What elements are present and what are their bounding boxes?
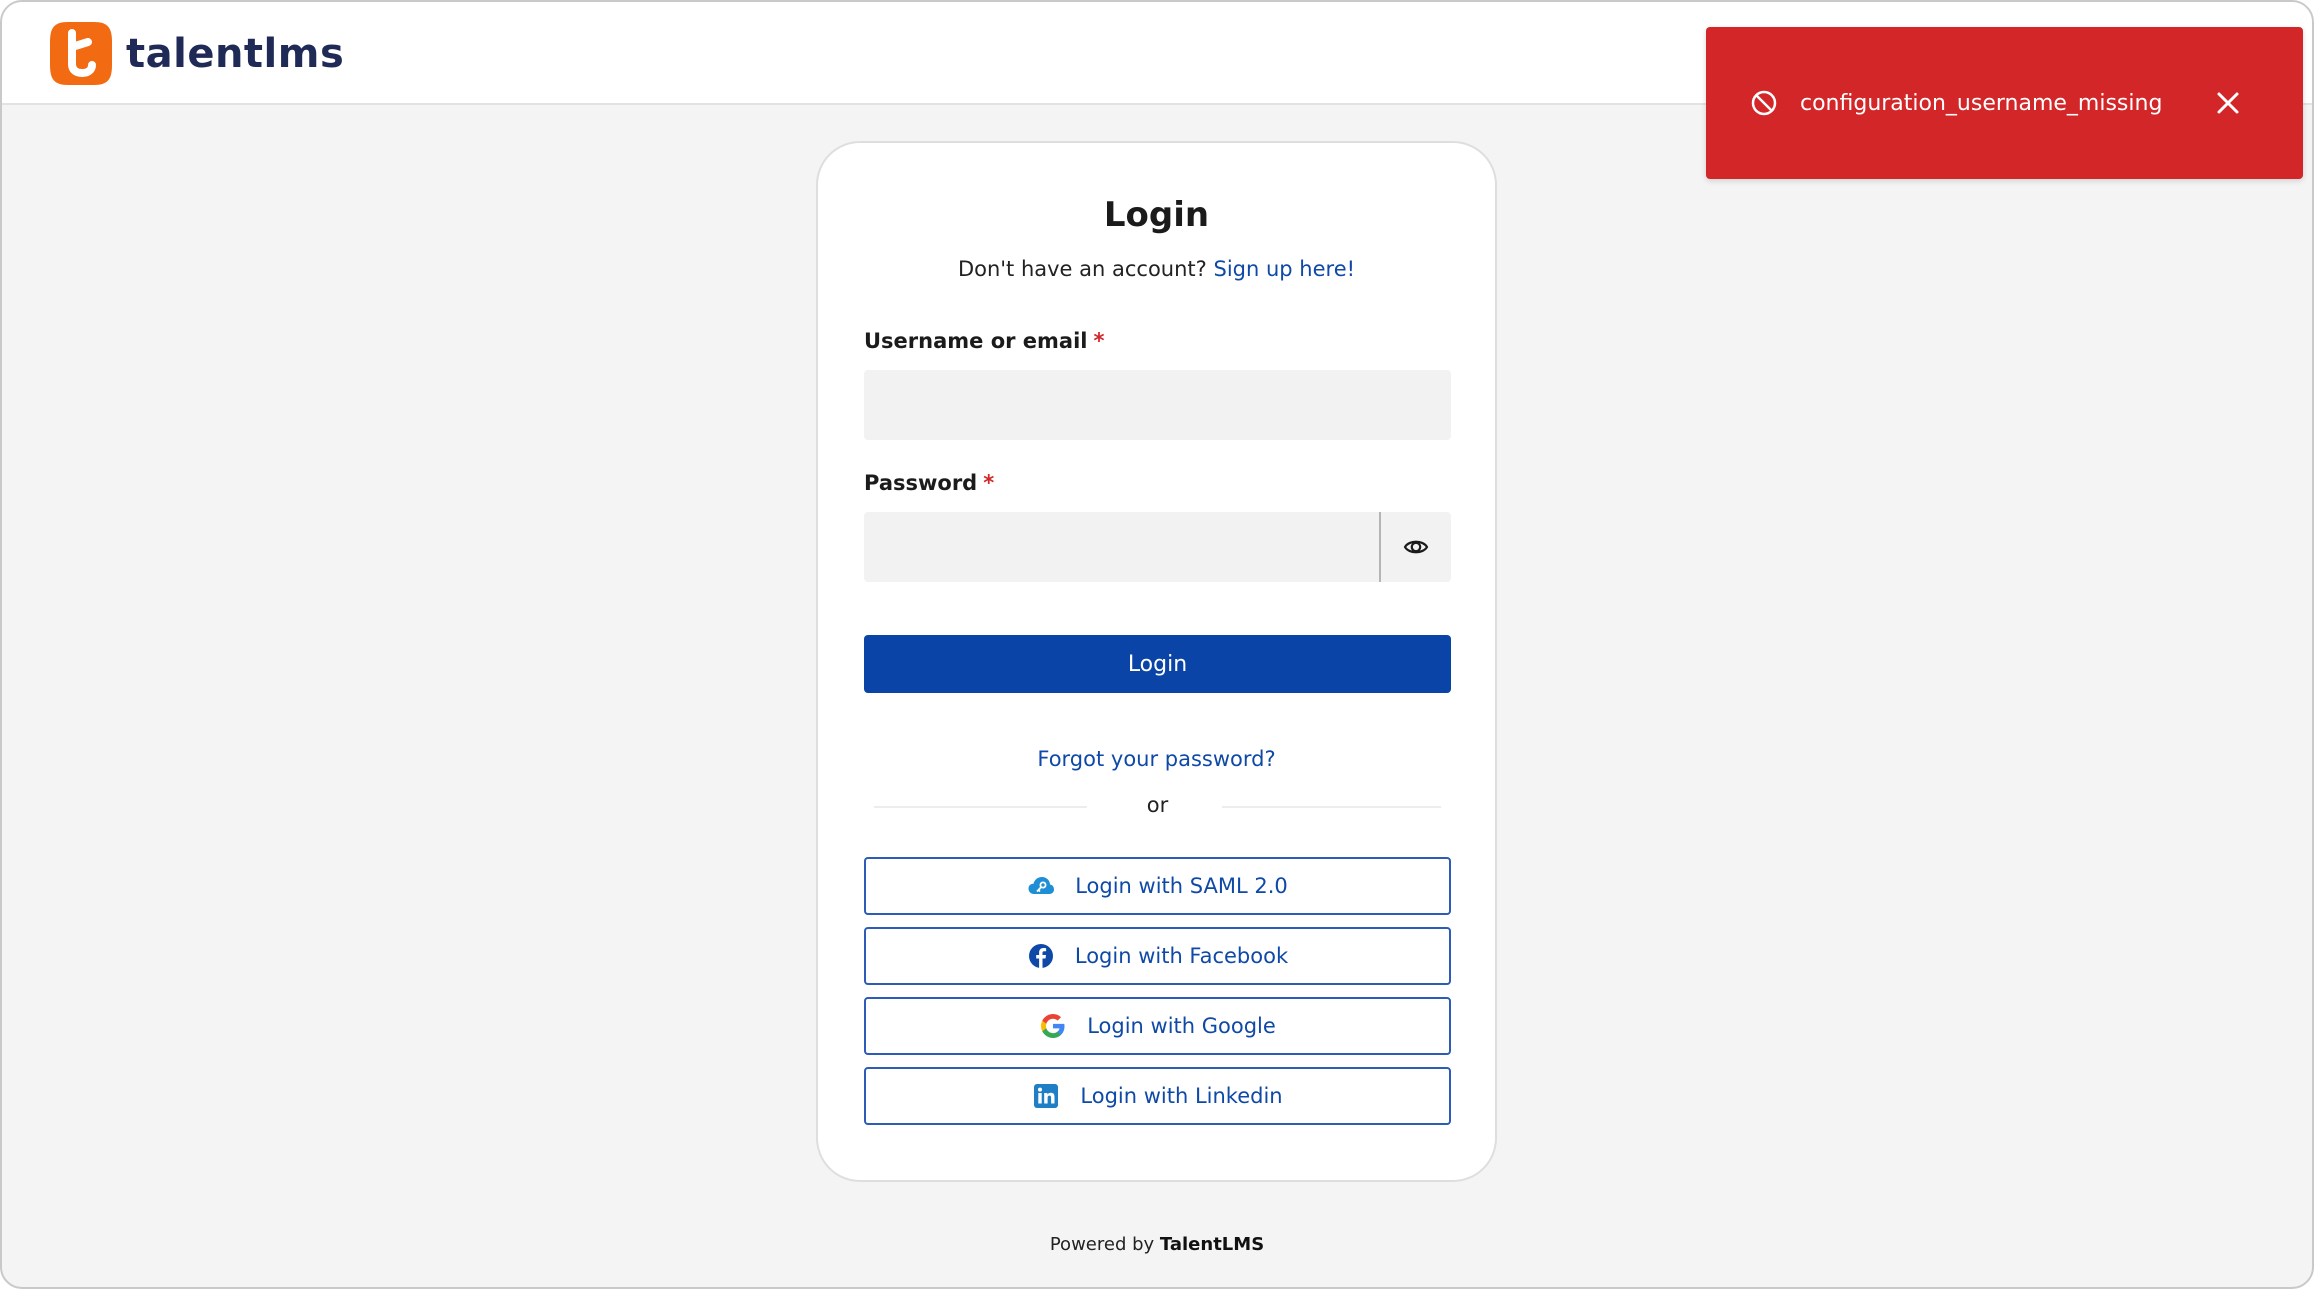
error-toast: configuration_username_missing xyxy=(1706,27,2303,179)
linkedin-icon xyxy=(1034,1084,1059,1108)
sso-label: Login with Google xyxy=(1087,1014,1276,1038)
username-field[interactable] xyxy=(864,370,1451,440)
footer: Powered by TalentLMS xyxy=(2,1234,2312,1255)
forgot-password-link[interactable]: Forgot your password? xyxy=(1037,747,1275,771)
close-icon[interactable] xyxy=(2215,90,2241,116)
facebook-icon xyxy=(1028,944,1053,968)
forgot-password-row: Forgot your password? xyxy=(818,747,1495,771)
ban-icon xyxy=(1751,90,1777,116)
required-marker: * xyxy=(1093,329,1105,353)
login-facebook-button[interactable]: Login with Facebook xyxy=(864,927,1451,985)
signup-link[interactable]: Sign up here! xyxy=(1214,257,1356,281)
password-field[interactable] xyxy=(864,512,1379,582)
divider-text: or xyxy=(1146,793,1169,817)
talentlms-logo[interactable]: talentlms xyxy=(48,20,344,87)
powered-by-brand[interactable]: TalentLMS xyxy=(1160,1234,1264,1255)
page-title: Login xyxy=(1103,195,1210,235)
password-field-wrapper xyxy=(864,512,1451,582)
password-label-text: Password xyxy=(864,471,978,495)
login-button[interactable]: Login xyxy=(864,635,1451,693)
sso-label: Login with SAML 2.0 xyxy=(1075,874,1288,898)
google-icon xyxy=(1041,1014,1065,1038)
username-label: Username or email * xyxy=(864,329,1104,353)
required-marker: * xyxy=(983,471,995,495)
login-card: Login Don't have an account? Sign up her… xyxy=(816,141,1497,1182)
or-divider: or xyxy=(874,793,1441,821)
brand-name: talentlms xyxy=(126,30,345,77)
login-google-button[interactable]: Login with Google xyxy=(864,997,1451,1055)
sso-label: Login with Facebook xyxy=(1074,944,1289,968)
signup-prompt: Don't have an account? xyxy=(957,257,1207,281)
show-password-button[interactable] xyxy=(1381,512,1451,582)
sso-label: Login with Linkedin xyxy=(1080,1084,1283,1108)
signup-prompt-row: Don't have an account? Sign up here! xyxy=(818,257,1495,281)
toast-message: configuration_username_missing xyxy=(1800,90,2163,116)
username-label-text: Username or email xyxy=(864,329,1088,353)
login-saml-button[interactable]: Login with SAML 2.0 xyxy=(864,857,1451,915)
saml-cloud-key-icon xyxy=(1028,877,1055,894)
password-label: Password * xyxy=(864,471,994,495)
talentlms-logo-icon xyxy=(50,22,112,85)
eye-icon xyxy=(1403,540,1429,554)
app-window: talentlms configuration_username_missing… xyxy=(0,0,2314,1289)
login-linkedin-button[interactable]: Login with Linkedin xyxy=(864,1067,1451,1125)
powered-by-text: Powered by xyxy=(1049,1234,1155,1255)
